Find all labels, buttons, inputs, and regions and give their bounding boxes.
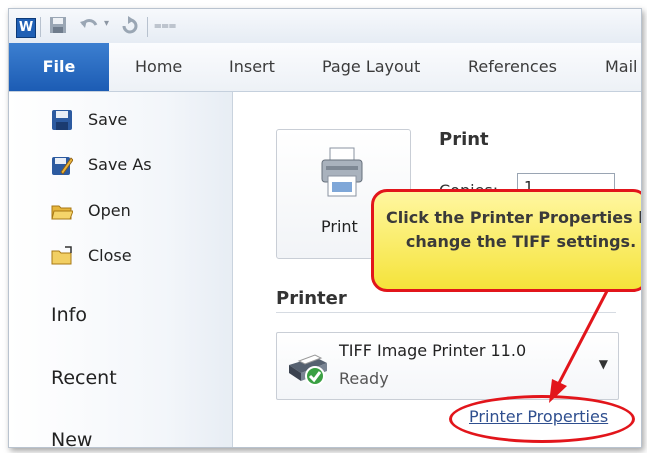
- instruction-callout: Click the Printer Properties link to cha…: [371, 189, 641, 292]
- callout-line-2: change the TIFF settings.: [405, 232, 637, 251]
- word-backstage-window: W ▾ ⩶ File Home Insert Page Layout Refer…: [8, 8, 642, 448]
- callout-line-1: Click the Printer Properties link to: [386, 208, 641, 227]
- callout-text: Click the Printer Properties link to cha…: [386, 206, 641, 254]
